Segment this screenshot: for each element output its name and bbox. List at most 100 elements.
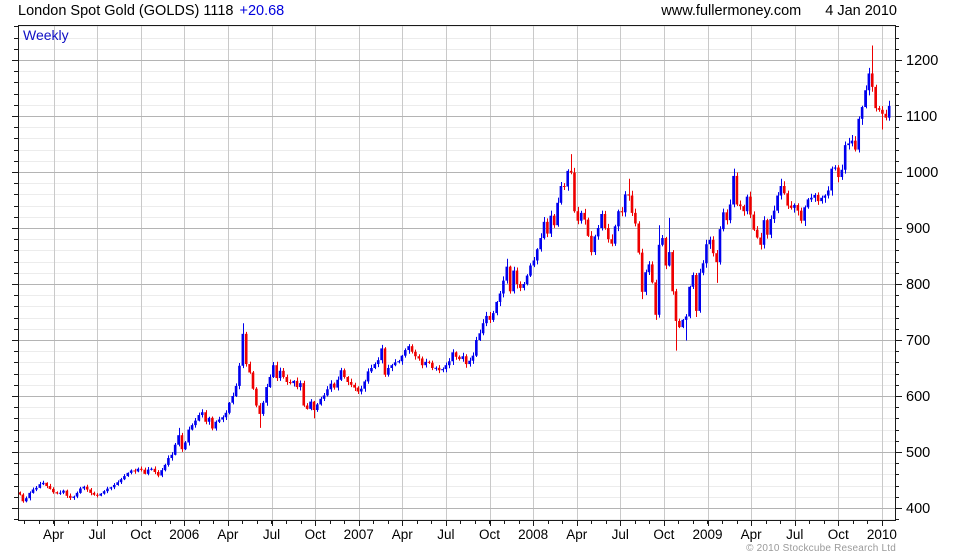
candle-body-down — [870, 73, 874, 87]
svg-text:800: 800 — [906, 277, 930, 293]
candle-body-down — [414, 351, 417, 357]
candle-body-down — [508, 266, 512, 292]
svg-text:1000: 1000 — [906, 165, 938, 181]
candle-body-down — [725, 212, 729, 221]
candle-body-down — [488, 315, 492, 320]
candle-body-up — [380, 348, 383, 361]
candle-body-down — [766, 220, 769, 235]
candle-body-up — [813, 194, 817, 198]
candle-body-up — [793, 205, 796, 208]
candle-body-down — [464, 356, 468, 365]
svg-text:400: 400 — [906, 501, 930, 517]
candle-body-down — [346, 376, 350, 382]
svg-text:Jul: Jul — [612, 527, 629, 542]
candle-body-up — [596, 228, 600, 237]
candle-body-down — [674, 291, 678, 321]
candle-body-down — [454, 352, 458, 357]
candle-body-up — [681, 319, 685, 328]
candle-body-down — [417, 356, 421, 359]
svg-text:700: 700 — [906, 333, 930, 349]
candle-body-up — [867, 73, 871, 91]
candle-body-down — [620, 211, 624, 213]
candle-body-down — [634, 212, 637, 224]
candle-body-up — [688, 286, 691, 317]
candle-body-up — [647, 264, 651, 273]
candle-body-up — [732, 175, 735, 205]
svg-text:2007: 2007 — [344, 527, 374, 542]
candle-body-up — [373, 364, 377, 368]
candle-body-down — [637, 223, 641, 253]
candle-body-down — [586, 219, 590, 236]
candle-body-down — [343, 370, 346, 377]
candle-body-down — [410, 346, 414, 352]
candle-body-down — [837, 167, 840, 178]
candle-body-up — [840, 169, 844, 178]
candle-body-up — [478, 333, 482, 340]
copyright-notice: © 2010 Stockcube Research Ltd — [746, 543, 896, 554]
candle-body-down — [519, 284, 522, 288]
candle-body-down — [854, 140, 857, 150]
candle-body-up — [451, 352, 454, 362]
candle-body-up — [441, 369, 444, 371]
candle-body-up — [447, 361, 451, 366]
candle-body-down — [427, 361, 431, 363]
candle-body-up — [28, 492, 31, 499]
candle-body-up — [407, 346, 410, 351]
candle-body-down — [65, 490, 69, 496]
candle-body-down — [881, 109, 884, 114]
candle-body-down — [305, 405, 309, 409]
candle-body-up — [126, 472, 130, 477]
candle-body-up — [698, 272, 701, 311]
candle-body-down — [312, 401, 316, 410]
svg-text:Oct: Oct — [305, 527, 326, 542]
candle-body-down — [153, 468, 157, 473]
candle-body-down — [738, 204, 742, 207]
candle-body-up — [79, 488, 82, 493]
candle-body-up — [691, 275, 695, 287]
candle-body-up — [843, 145, 847, 170]
candle-body-down — [749, 196, 752, 215]
candle-body-up — [167, 458, 170, 465]
candle-body-up — [810, 197, 813, 200]
candle-body-up — [803, 207, 806, 221]
candle-body-up — [522, 284, 526, 288]
svg-text:Oct: Oct — [479, 527, 500, 542]
candle-body-up — [366, 371, 370, 382]
candle-body-up — [194, 420, 197, 426]
candle-body-down — [431, 362, 434, 368]
candle-body-up — [163, 464, 167, 471]
candle-body-down — [664, 238, 668, 266]
candle-body-up — [860, 107, 864, 119]
candle-body-up — [776, 195, 779, 211]
candle-body-up — [745, 196, 749, 212]
svg-text:900: 900 — [906, 221, 930, 237]
candle-body-up — [129, 470, 133, 473]
candle-body-up — [370, 368, 373, 372]
candle-body-down — [735, 175, 739, 205]
candle-body-down — [204, 412, 207, 422]
svg-text:Apr: Apr — [566, 527, 588, 542]
candle-body-up — [566, 170, 570, 187]
candle-body-down — [711, 239, 715, 254]
candle-body-up — [116, 482, 119, 485]
candle-body-down — [244, 333, 248, 365]
candle-body-up — [535, 249, 539, 261]
candle-body-up — [403, 350, 407, 356]
candle-body-up — [31, 489, 35, 493]
candle-body-up — [684, 316, 688, 320]
candle-body-up — [62, 490, 65, 493]
candle-body-down — [786, 193, 789, 206]
candle-body-up — [200, 412, 204, 416]
candle-body-up — [146, 469, 150, 474]
svg-text:2010: 2010 — [867, 527, 897, 542]
candle-body-down — [437, 367, 441, 371]
candle-body-up — [363, 381, 366, 389]
candle-body-up — [475, 340, 478, 356]
candle-body-up — [705, 244, 708, 264]
candle-body-up — [661, 238, 664, 245]
svg-text:1200: 1200 — [906, 53, 938, 69]
candle-body-down — [874, 86, 877, 109]
svg-text:Oct: Oct — [130, 527, 151, 542]
candle-body-up — [119, 479, 123, 483]
candle-body-down — [671, 252, 674, 292]
